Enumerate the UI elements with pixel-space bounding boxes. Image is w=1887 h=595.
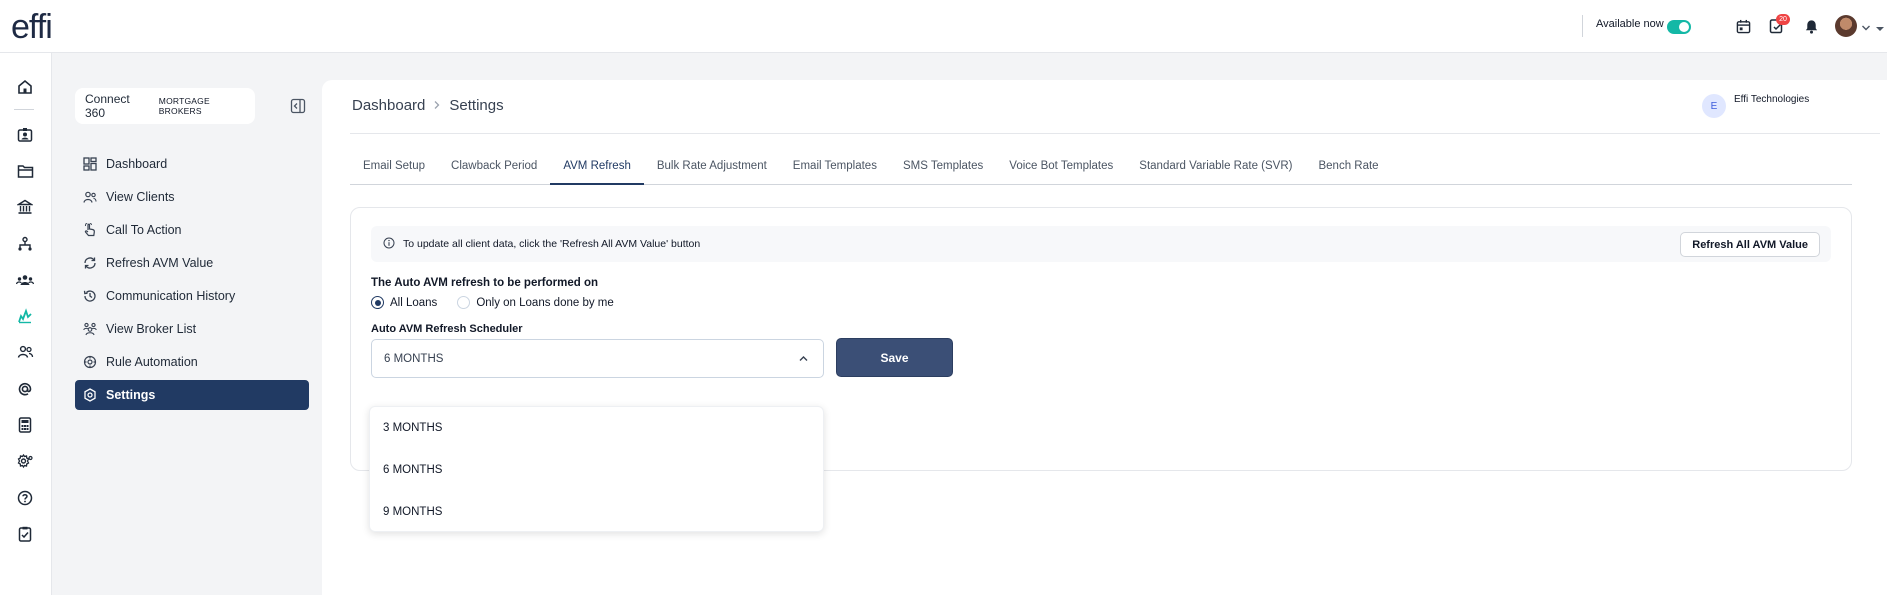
brand-logo: Connect 360 MORTGAGE BROKERS	[75, 88, 255, 124]
sidebar-item-label: Rule Automation	[106, 355, 198, 369]
refresh-scope-radios: All Loans Only on Loans done by me	[371, 296, 614, 309]
tab-bulk-rate-adjustment[interactable]: Bulk Rate Adjustment	[644, 158, 780, 185]
availability-toggle[interactable]	[1667, 20, 1691, 34]
refresh-scope-title: The Auto AVM refresh to be performed on	[371, 277, 599, 289]
chevron-up-icon	[798, 353, 809, 367]
folder-icon[interactable]	[14, 160, 36, 182]
radio-my-loans[interactable]: Only on Loans done by me	[457, 296, 614, 309]
sidebar-item-label: View Clients	[106, 190, 175, 204]
dropdown-option-6-months[interactable]: 6 MONTHS	[370, 449, 823, 491]
users-icon[interactable]	[14, 341, 36, 363]
company-name: Effi Technologies	[1734, 93, 1810, 105]
company-avatar: E	[1702, 94, 1726, 118]
id-card-icon[interactable]	[14, 124, 36, 146]
clients-icon	[83, 191, 97, 203]
notification-badge: 20	[1776, 14, 1790, 25]
org-chart-icon[interactable]	[14, 233, 36, 255]
refresh-icon	[84, 257, 96, 269]
sidebar-item-label: Call To Action	[106, 223, 182, 237]
collapse-sidebar-icon[interactable]	[290, 98, 306, 114]
radio-label: Only on Loans done by me	[476, 296, 614, 309]
chevron-down-icon[interactable]	[1861, 20, 1871, 38]
app-logo[interactable]: effi	[11, 8, 53, 47]
group-icon[interactable]	[14, 269, 36, 291]
sidebar-item-communication-history[interactable]: Communication History	[75, 281, 309, 311]
sidebar-item-label: Dashboard	[106, 157, 168, 171]
tab-email-setup[interactable]: Email Setup	[350, 158, 438, 185]
scheduler-dropdown-menu: 3 MONTHS 6 MONTHS 9 MONTHS	[369, 406, 824, 532]
company-switcher[interactable]: E Effi Technologies	[1702, 94, 1809, 118]
bank-icon[interactable]	[14, 196, 36, 218]
settings-gear-icon[interactable]	[14, 450, 36, 472]
sidebar-item-view-clients[interactable]: View Clients	[75, 182, 309, 212]
save-button[interactable]: Save	[836, 338, 953, 377]
breadcrumb: Dashboard Settings	[352, 97, 504, 114]
tab-sms-templates[interactable]: SMS Templates	[890, 158, 996, 185]
breadcrumb-current: Settings	[449, 97, 504, 114]
refresh-all-avm-button[interactable]: Refresh All AVM Value	[1680, 232, 1820, 257]
avatar[interactable]	[1835, 15, 1857, 37]
calculator-icon[interactable]	[14, 414, 36, 436]
sidebar-item-settings[interactable]: Settings	[75, 380, 309, 410]
sidebar-nav: Dashboard View Clients Call To Action Re…	[75, 149, 309, 413]
chevron-right-icon	[433, 99, 441, 113]
settings-icon	[84, 388, 96, 402]
breadcrumb-root[interactable]: Dashboard	[352, 97, 425, 114]
sidebar-item-rule-automation[interactable]: Rule Automation	[75, 347, 309, 377]
dropdown-option-3-months[interactable]: 3 MONTHS	[370, 407, 823, 449]
scheduler-value: 6 MONTHS	[384, 352, 444, 365]
dropdown-option-9-months[interactable]: 9 MONTHS	[370, 491, 823, 533]
sidebar-item-dashboard[interactable]: Dashboard	[75, 149, 309, 179]
calendar-icon[interactable]	[1733, 16, 1753, 36]
brand-main: Connect 360	[85, 92, 130, 120]
broker-list-icon	[83, 322, 97, 336]
sidebar-item-label: Communication History	[106, 289, 236, 303]
sidebar-item-call-to-action[interactable]: Call To Action	[75, 215, 309, 245]
availability-label: Available now	[1596, 18, 1664, 30]
sidebar-item-view-broker-list[interactable]: View Broker List	[75, 314, 309, 344]
help-icon[interactable]	[14, 487, 36, 509]
info-text: To update all client data, click the 'Re…	[403, 238, 701, 250]
brand-sub: MORTGAGE BROKERS	[158, 96, 210, 116]
bell-icon[interactable]	[1801, 16, 1821, 36]
header-divider	[350, 133, 1880, 134]
checklist-icon[interactable]	[14, 523, 36, 545]
sidebar-item-label: Refresh AVM Value	[106, 256, 214, 270]
tab-bench-rate[interactable]: Bench Rate	[1305, 158, 1391, 185]
tab-voice-bot-templates[interactable]: Voice Bot Templates	[996, 158, 1126, 185]
scheduler-label: Auto AVM Refresh Scheduler	[371, 323, 523, 335]
automation-icon	[83, 355, 97, 369]
radio-button[interactable]	[371, 296, 384, 309]
tab-email-templates[interactable]: Email Templates	[780, 158, 890, 185]
analytics-icon[interactable]	[14, 305, 36, 327]
radio-button[interactable]	[457, 296, 471, 309]
sidebar-item-refresh-avm-value[interactable]: Refresh AVM Value	[75, 248, 309, 278]
sidebar-item-label: View Broker List	[106, 322, 197, 336]
info-icon	[383, 237, 395, 252]
home-icon[interactable]	[14, 76, 36, 98]
radio-all-loans[interactable]: All Loans	[371, 296, 437, 309]
tab-standard-variable-rate[interactable]: Standard Variable Rate (SVR)	[1126, 158, 1305, 185]
radio-label: All Loans	[390, 296, 438, 309]
rail-divider	[14, 109, 34, 110]
tab-clawback-period[interactable]: Clawback Period	[438, 158, 550, 185]
sidebar-item-label: Settings	[106, 388, 156, 402]
caret-icon	[1876, 20, 1884, 38]
divider	[1582, 15, 1583, 37]
info-banner: To update all client data, click the 'Re…	[371, 226, 1831, 262]
hand-pointer-icon	[84, 223, 95, 237]
scheduler-select[interactable]: 6 MONTHS	[371, 339, 824, 378]
history-icon	[83, 290, 96, 302]
at-icon[interactable]	[14, 378, 36, 400]
dashboard-icon	[83, 157, 97, 171]
top-bar: effi Available now 20	[0, 0, 1887, 53]
settings-tabs: Email Setup Clawback Period AVM Refresh …	[350, 158, 1852, 185]
tab-avm-refresh[interactable]: AVM Refresh	[550, 158, 644, 185]
icon-rail	[0, 53, 52, 595]
